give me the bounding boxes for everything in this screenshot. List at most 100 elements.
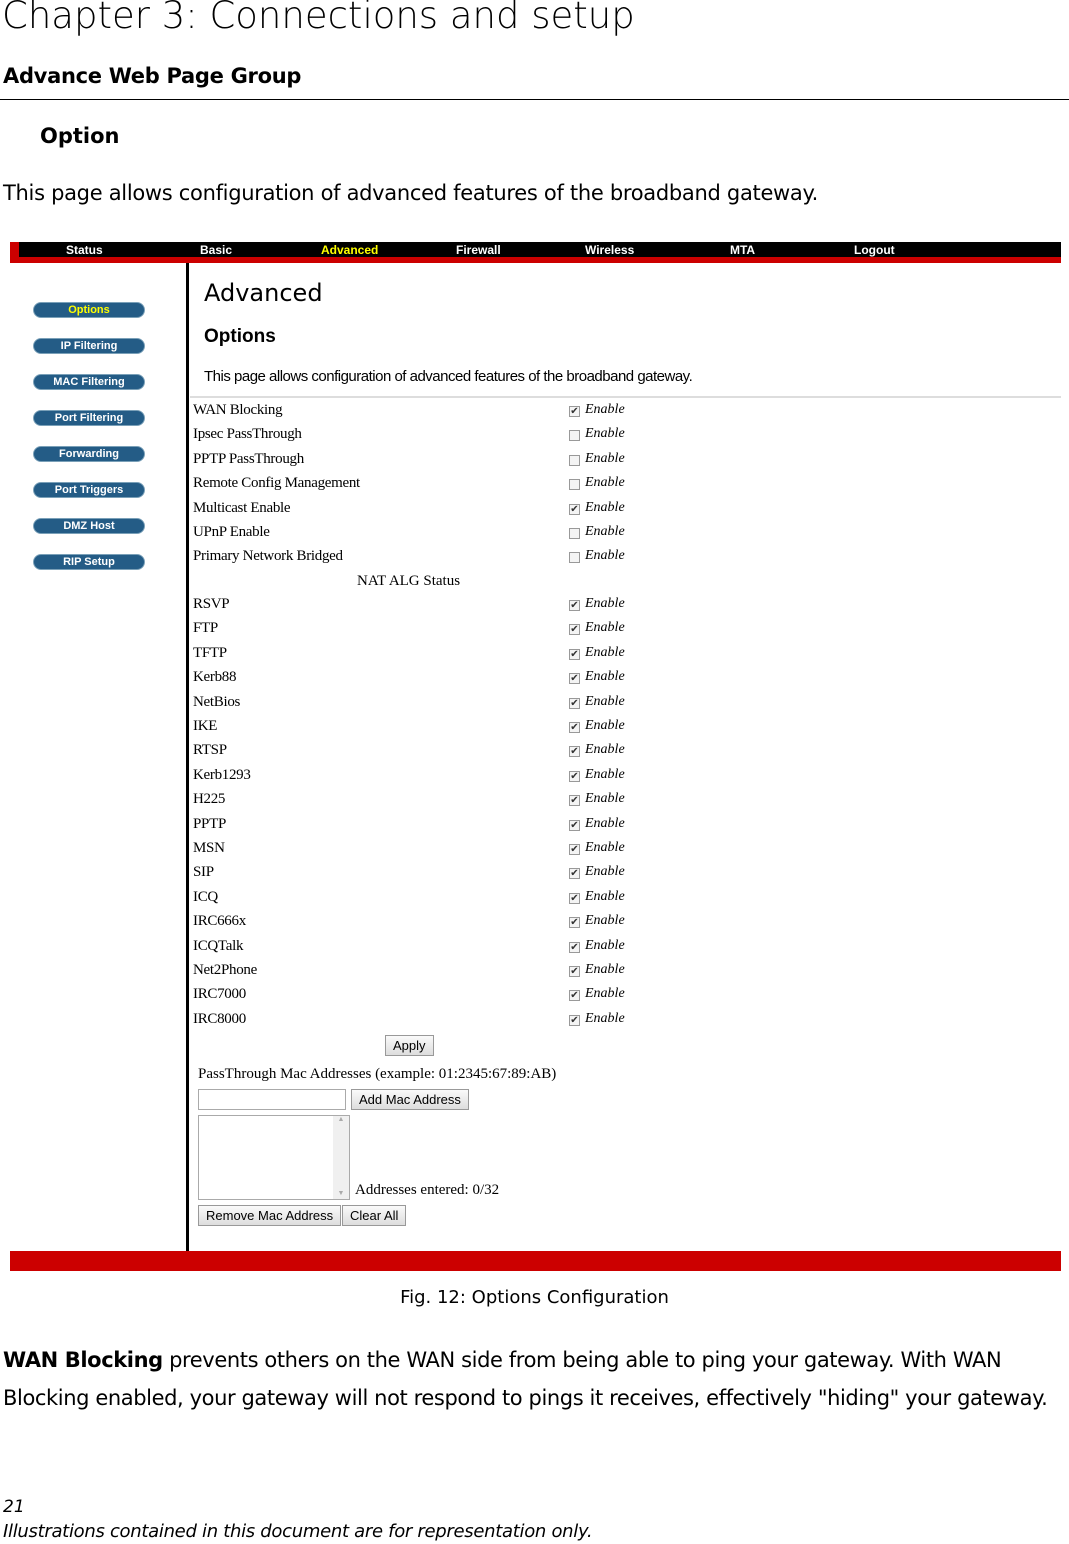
page-description: This page allows configuration of advanc… <box>204 368 693 385</box>
enable-checkbox[interactable]: ✔ <box>569 844 580 855</box>
nav-logout[interactable]: Logout <box>854 243 895 257</box>
term: WAN Blocking <box>3 1348 163 1372</box>
enable-label: Enable <box>585 693 625 709</box>
enable-label: Enable <box>585 888 625 904</box>
clear-all-button[interactable]: Clear All <box>342 1205 407 1226</box>
enable-checkbox[interactable]: ✔ <box>569 746 580 758</box>
option-label: Remote Config Management <box>193 475 360 492</box>
enable-checkbox[interactable]: ✔ <box>569 917 580 929</box>
enable-checkbox[interactable]: ✔ <box>569 966 580 977</box>
option-label: SIP <box>193 864 214 881</box>
option-label: UPnP Enable <box>193 524 270 540</box>
nav-mta[interactable]: MTA <box>730 243 755 257</box>
option-row: NetBios ✔ Enable <box>193 694 793 718</box>
enable-checkbox[interactable] <box>569 479 580 491</box>
sidebar-item-port-filtering[interactable]: Port Filtering <box>33 410 145 426</box>
enable-checkbox[interactable]: ✔ <box>569 406 580 417</box>
option-label: WAN Blocking <box>193 402 283 418</box>
enable-checkbox[interactable]: ✔ <box>569 770 580 782</box>
enable-label: Enable <box>585 499 625 515</box>
enable-label: Enable <box>585 548 625 564</box>
list-scrollbar[interactable]: ▲ ▼ <box>333 1116 349 1199</box>
enable-label: Enable <box>585 815 625 831</box>
enable-label: Enable <box>585 1010 625 1026</box>
nav-status[interactable]: Status <box>66 243 103 257</box>
enable-checkbox[interactable]: ✔ <box>569 892 580 904</box>
nat-alg-header: NAT ALG Status <box>357 573 461 589</box>
enable-label: Enable <box>585 766 625 782</box>
add-mac-button[interactable]: Add Mac Address <box>351 1089 469 1110</box>
option-row: RTSP ✔ Enable <box>193 742 793 766</box>
enable-checkbox[interactable]: ✔ <box>569 819 580 831</box>
enable-label: Enable <box>585 402 625 417</box>
option-row: ICQ ✔ Enable <box>193 889 793 913</box>
footer-note: Illustrations contained in this document… <box>3 1521 593 1542</box>
remove-mac-button[interactable]: Remove Mac Address <box>198 1205 342 1226</box>
option-row: Kerb88 ✔ Enable <box>193 669 793 693</box>
option-row: WAN Blocking ✔ Enable <box>193 402 793 426</box>
mac-address-list[interactable]: ▲ ▼ <box>198 1115 350 1200</box>
enable-checkbox[interactable]: ✔ <box>569 722 580 733</box>
sidebar-item-forwarding[interactable]: Forwarding <box>33 446 145 462</box>
sidebar-item-options[interactable]: Options <box>33 302 145 318</box>
mac-address-input[interactable] <box>198 1089 346 1110</box>
enable-checkbox[interactable]: ✔ <box>569 600 580 611</box>
section-title: Advance Web Page Group <box>3 64 302 88</box>
figure-caption: Fig. 12: Options Configuration <box>400 1287 669 1308</box>
divider <box>190 396 1061 398</box>
router-screenshot: Status Basic Advanced Firewall Wireless MTA Lo… <box>10 242 1061 1271</box>
option-row: PPTP PassThrough Enable <box>193 451 793 475</box>
option-label: Primary Network Bridged <box>193 548 343 565</box>
nav-basic[interactable]: Basic <box>200 243 232 257</box>
enable-label: Enable <box>585 620 625 636</box>
enable-checkbox[interactable] <box>569 430 580 442</box>
nav-firewall[interactable]: Firewall <box>456 243 501 257</box>
enable-checkbox[interactable]: ✔ <box>569 941 580 953</box>
subsection-title: Option <box>40 124 120 148</box>
top-nav: Status Basic Advanced Firewall Wireless MTA Lo… <box>19 242 1061 257</box>
nav-wireless[interactable]: Wireless <box>585 243 634 257</box>
nav-advanced[interactable]: Advanced <box>321 243 378 257</box>
apply-button[interactable]: Apply <box>385 1035 434 1056</box>
enable-checkbox[interactable]: ✔ <box>569 990 580 1002</box>
option-row: IRC8000 ✔ Enable <box>193 1011 793 1035</box>
option-label: PPTP PassThrough <box>193 450 304 467</box>
option-label: ICQ <box>193 888 218 905</box>
option-row: PPTP ✔ Enable <box>193 816 793 840</box>
addresses-count: Addresses entered: 0/32 <box>355 1182 500 1198</box>
option-row: MSN ✔ Enable <box>193 840 793 864</box>
enable-label: Enable <box>585 864 625 880</box>
option-label: NetBios <box>193 693 241 710</box>
footer-red-bar <box>10 1251 1061 1271</box>
option-row: FTP ✔ Enable <box>193 620 793 644</box>
enable-checkbox[interactable]: ✔ <box>569 673 580 685</box>
enable-checkbox[interactable]: ✔ <box>569 697 580 709</box>
sidebar-item-rip-setup[interactable]: RIP Setup <box>33 554 145 570</box>
sidebar-item-dmz-host[interactable]: DMZ Host <box>33 518 145 534</box>
enable-checkbox[interactable] <box>569 552 580 564</box>
enable-label: Enable <box>585 644 625 660</box>
option-row: RSVP ✔ Enable <box>193 596 793 620</box>
enable-checkbox[interactable]: ✔ <box>569 1014 580 1026</box>
enable-checkbox[interactable] <box>569 454 580 466</box>
enable-checkbox[interactable]: ✔ <box>569 648 580 660</box>
enable-checkbox[interactable]: ✔ <box>569 503 580 515</box>
option-row: ICQTalk ✔ Enable <box>193 938 793 962</box>
sidebar-item-mac-filtering[interactable]: MAC Filtering <box>33 374 145 390</box>
intro-text: This page allows configuration of advanc… <box>3 181 819 205</box>
enable-checkbox[interactable]: ✔ <box>569 624 580 636</box>
option-label: PPTP <box>193 815 226 832</box>
enable-checkbox[interactable]: ✔ <box>569 795 580 807</box>
chapter-title: Chapter 3: Connections and setup <box>2 0 635 37</box>
option-label: RTSP <box>193 742 227 759</box>
option-label: IRC8000 <box>193 1010 246 1027</box>
enable-checkbox[interactable]: ✔ <box>569 868 580 880</box>
enable-checkbox[interactable] <box>569 528 580 539</box>
option-label: ICQTalk <box>193 937 244 954</box>
enable-label: Enable <box>585 718 625 733</box>
sidebar-item-ip-filtering[interactable]: IP Filtering <box>33 338 145 354</box>
mac-label: PassThrough Mac Addresses (example: 01:2… <box>198 1066 557 1082</box>
body-paragraph: WAN Blocking prevents others on the WAN … <box>3 1341 1069 1417</box>
option-label: Multicast Enable <box>193 499 291 516</box>
sidebar-item-port-triggers[interactable]: Port Triggers <box>33 482 145 498</box>
